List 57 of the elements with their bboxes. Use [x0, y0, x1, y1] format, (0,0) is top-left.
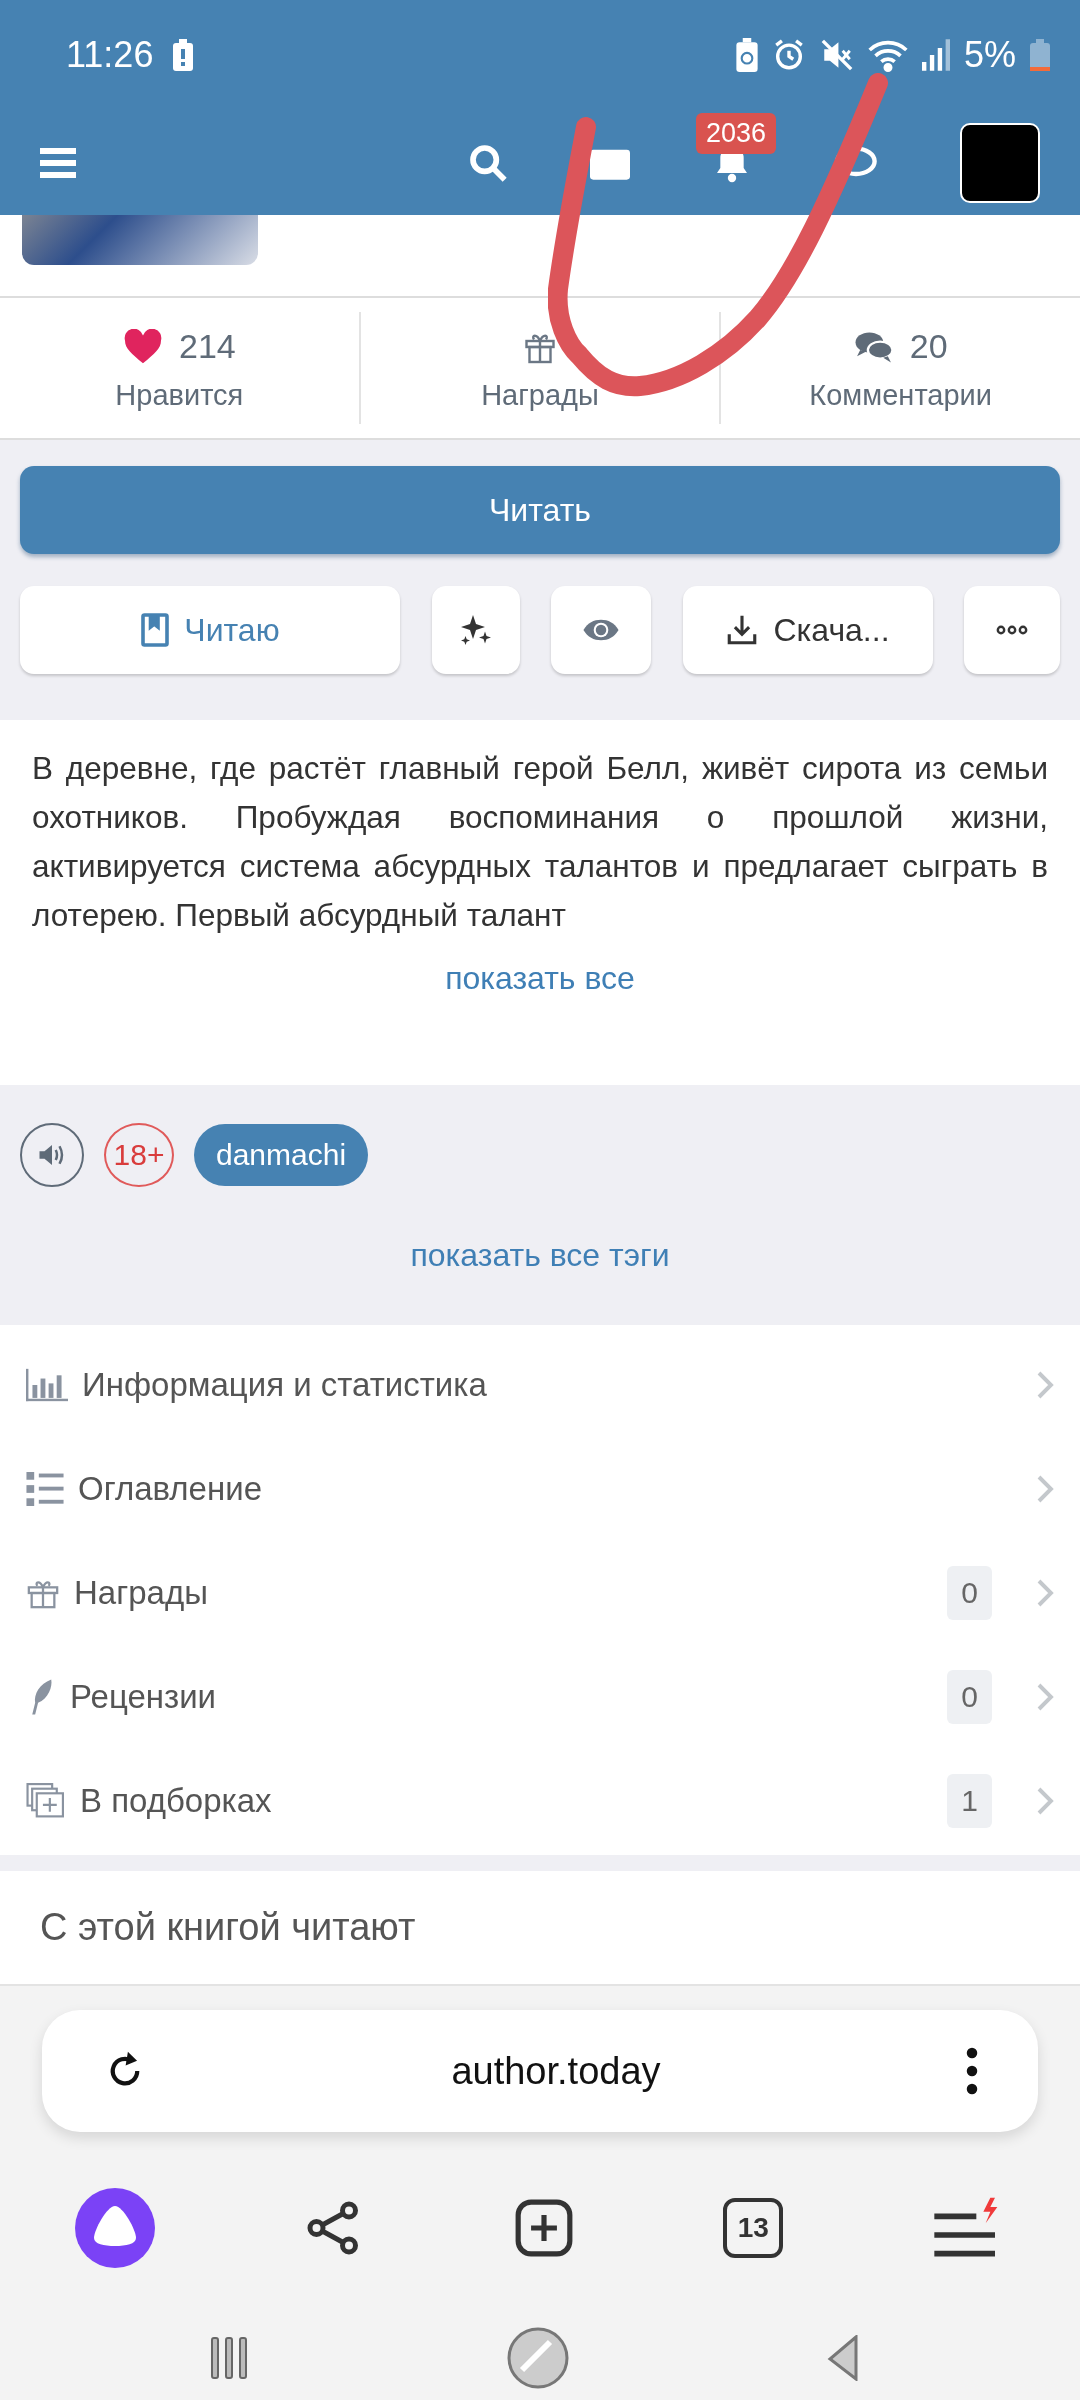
stat-count: 20 [909, 327, 948, 366]
show-all-link[interactable]: показать все [445, 960, 635, 997]
chevron-right-icon [1036, 1578, 1054, 1608]
count-badge: 0 [947, 1670, 992, 1724]
sparkle-button[interactable] [431, 586, 520, 674]
count-badge: 1 [947, 1774, 992, 1828]
more-vertical-icon [966, 2047, 978, 2095]
stat-label[interactable]: Нравится [115, 378, 244, 412]
collections-icon [26, 1782, 66, 1820]
eye-button[interactable] [551, 586, 651, 674]
comments-icon [853, 329, 894, 364]
signal-icon [921, 39, 950, 71]
more-icon [996, 625, 1028, 635]
avatar[interactable] [960, 122, 1040, 203]
search-icon[interactable] [468, 142, 508, 183]
age-rating-badge: 18+ [104, 1123, 174, 1187]
wifi-icon [867, 38, 908, 72]
tabs-count-button[interactable]: 13 [723, 2198, 784, 2258]
recent-apps-icon[interactable] [210, 2336, 250, 2380]
menu-item[interactable]: Награды 0 [0, 1541, 1080, 1645]
stat-label[interactable]: Награды [481, 378, 599, 412]
tag-chip[interactable]: danmachi [194, 1124, 369, 1186]
stat-label[interactable]: Комментарии [809, 378, 992, 412]
battery-alert-icon [173, 39, 194, 71]
menu-item[interactable]: Оглавление [0, 1437, 1080, 1541]
home-icon[interactable] [506, 2326, 570, 2390]
chevron-right-icon [1036, 1682, 1054, 1712]
stat-count: 214 [178, 327, 236, 366]
address-bar[interactable]: author.today [42, 2010, 1038, 2132]
audio-button[interactable] [20, 1123, 84, 1187]
battery-icon [1030, 38, 1050, 72]
chevron-right-icon [1036, 1786, 1054, 1816]
url-text: author.today [450, 2049, 662, 2093]
description-text: В деревне, где растёт главный герой Белл, живёт сирота из семьи охотников. Пробуждая воспоминания о прошлой жизни, активируется система абсурдных талантов и предлагает сыграть в лотерею. Первый абсурдный талант [32, 749, 1048, 935]
download-button[interactable]: Скача... [682, 586, 933, 674]
chevron-right-icon [1036, 1370, 1054, 1400]
status-time: 11:26 [66, 34, 154, 76]
read-button[interactable]: Читать [20, 466, 1060, 554]
heart-icon [122, 328, 163, 365]
battery-percent: 5% [963, 34, 1016, 76]
reading-button[interactable]: Читаю [20, 586, 400, 674]
bookmark-book-icon [140, 612, 171, 648]
mute-icon [819, 38, 854, 72]
menu-item[interactable]: В подборках 1 [0, 1749, 1080, 1853]
bar-chart-icon [26, 1368, 68, 1402]
battery-saver-icon [735, 38, 758, 72]
assistant-icon[interactable] [75, 2188, 155, 2268]
list-icon [26, 1472, 64, 1506]
show-all-tags-link[interactable]: показать все тэги [410, 1237, 670, 1274]
chevron-right-icon [1036, 1474, 1054, 1504]
count-badge: 0 [947, 1566, 992, 1620]
back-icon[interactable] [826, 2335, 860, 2381]
menu-item[interactable]: Информация и статистика [0, 1333, 1080, 1437]
notification-badge: 2036 [696, 112, 777, 154]
eye-icon [582, 617, 620, 643]
section-title: С этой книгой читают [40, 1906, 416, 1949]
menu-item[interactable]: Рецензии 0 [0, 1645, 1080, 1749]
